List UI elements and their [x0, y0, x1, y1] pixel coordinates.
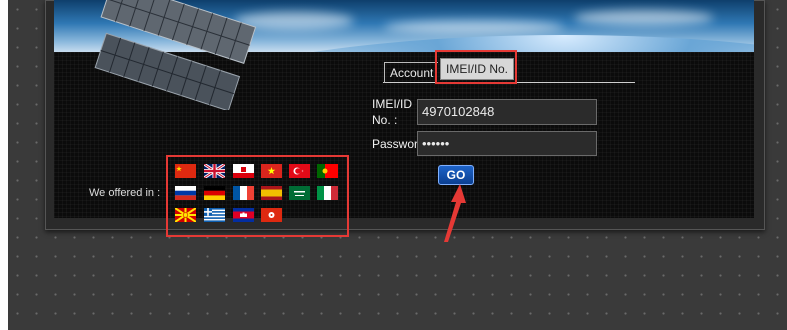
cambodia-flag-icon[interactable]	[233, 208, 254, 222]
spain-flag-icon[interactable]	[261, 186, 282, 200]
saudi-arabia-flag-icon[interactable]	[289, 186, 310, 200]
tab-highlight-box	[435, 50, 517, 84]
turkey-flag-icon[interactable]	[289, 164, 310, 178]
italy-flag-icon[interactable]	[317, 186, 338, 200]
vietnam-flag-icon[interactable]	[261, 164, 282, 178]
china-flag-icon[interactable]	[175, 164, 196, 178]
imei-input[interactable]: 4970102848	[417, 99, 597, 125]
france-flag-icon[interactable]	[233, 186, 254, 200]
imei-label-line1: IMEI/ID	[372, 97, 413, 111]
tab-account[interactable]: Account	[384, 62, 439, 83]
pointer-arrow-icon	[444, 184, 466, 242]
languages-label: We offered in :	[89, 187, 161, 199]
satellite-image	[94, 0, 257, 110]
gibraltar-flag-icon[interactable]	[233, 164, 254, 178]
united-kingdom-flag-icon[interactable]	[204, 164, 225, 178]
russia-flag-icon[interactable]	[175, 186, 196, 200]
imei-label-line2: No. :	[372, 113, 398, 127]
germany-flag-icon[interactable]	[204, 186, 225, 200]
portugal-flag-icon[interactable]	[317, 164, 338, 178]
password-input[interactable]: ••••••	[417, 131, 597, 156]
greece-flag-icon[interactable]	[204, 208, 225, 222]
macedonia-flag-icon[interactable]	[175, 208, 196, 222]
hong-kong-flag-icon[interactable]	[261, 208, 282, 222]
